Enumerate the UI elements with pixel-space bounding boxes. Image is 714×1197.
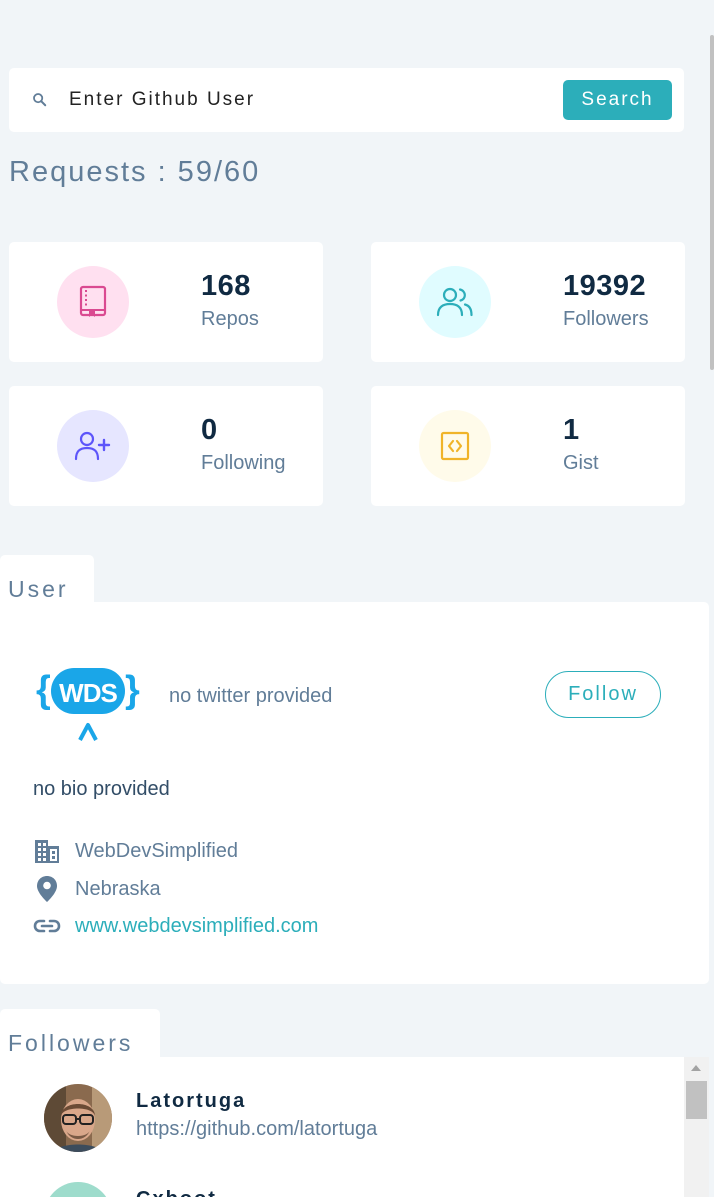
link-icon	[33, 912, 61, 940]
company-row: WebDevSimplified	[33, 837, 238, 865]
user-plus-icon	[57, 410, 129, 482]
stat-card-gist: 1 Gist	[371, 386, 685, 506]
follower-name: Latortuga	[136, 1090, 247, 1112]
page-scrollbar-thumb[interactable]	[710, 35, 714, 370]
location-pin-icon	[33, 875, 61, 903]
code-icon	[419, 410, 491, 482]
repos-count: 168	[201, 270, 251, 302]
follower-name: Cxboot	[136, 1188, 217, 1197]
avatar	[44, 1084, 112, 1152]
book-icon	[57, 266, 129, 338]
user-bio: no bio provided	[33, 778, 170, 800]
stat-card-repos: 168 Repos	[9, 242, 323, 362]
followers-tab-label: Followers	[8, 1030, 134, 1056]
blog-link[interactable]: www.webdevsimplified.com	[75, 915, 318, 938]
company-name: WebDevSimplified	[75, 839, 239, 862]
page-scrollbar[interactable]	[710, 0, 714, 1197]
follow-button[interactable]: Follow	[545, 671, 661, 718]
users-icon	[419, 266, 491, 338]
svg-text:WDS: WDS	[59, 678, 117, 708]
following-count: 0	[201, 414, 218, 446]
avatar: { WDS }	[35, 662, 142, 744]
gist-count: 1	[563, 414, 580, 446]
search-button[interactable]: Search	[563, 80, 672, 120]
blog-row: www.webdevsimplified.com	[33, 912, 318, 940]
follower-url[interactable]: https://github.com/latortuga	[136, 1118, 377, 1141]
stat-card-following: 0 Following	[9, 386, 323, 506]
tab-followers: Followers	[0, 1009, 160, 1059]
search-icon	[31, 91, 49, 109]
scrollbar-thumb[interactable]	[686, 1081, 707, 1119]
building-icon	[33, 837, 61, 865]
following-label: Following	[201, 452, 286, 474]
user-tab-label: User	[8, 576, 69, 602]
location-text: Nebraska	[75, 877, 161, 900]
followers-scrollbar[interactable]	[684, 1057, 709, 1197]
svg-text:}: }	[125, 669, 140, 711]
search-input[interactable]	[67, 82, 547, 118]
scroll-up-icon[interactable]	[691, 1065, 701, 1071]
stat-card-followers: 19392 Followers	[371, 242, 685, 362]
location-row: Nebraska	[33, 875, 161, 903]
repos-label: Repos	[201, 308, 259, 330]
search-form: Search	[9, 68, 684, 132]
twitter-handle: no twitter provided	[169, 685, 333, 707]
followers-count: 19392	[563, 270, 647, 302]
page: Search Requests : 59/60 168 Repos 19392 …	[0, 0, 714, 1197]
tab-user: User	[0, 555, 94, 605]
followers-label: Followers	[563, 308, 649, 330]
svg-text:{: {	[36, 669, 51, 711]
gist-label: Gist	[563, 452, 599, 474]
requests-counter: Requests : 59/60	[9, 156, 261, 188]
